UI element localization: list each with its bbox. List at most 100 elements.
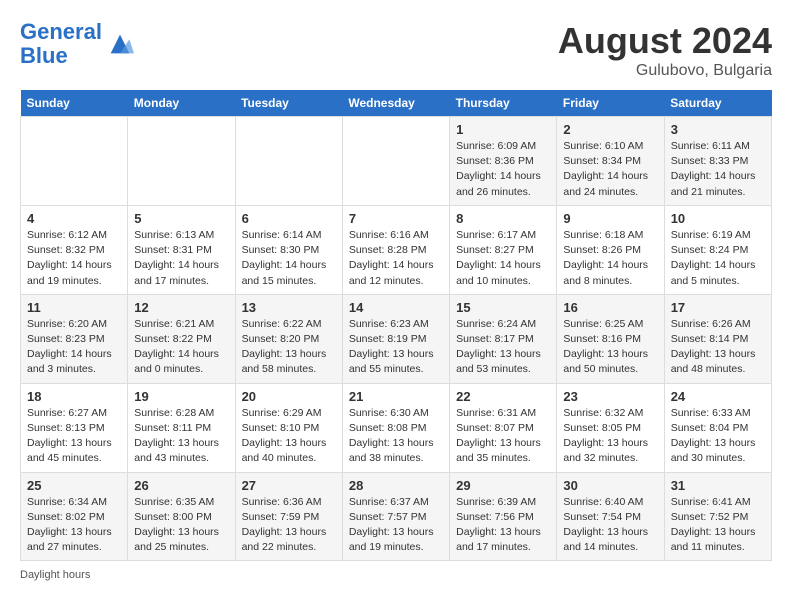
- day-number: 2: [563, 122, 657, 137]
- calendar-week-row: 11 Sunrise: 6:20 AMSunset: 8:23 PMDayligh…: [21, 294, 772, 383]
- day-number: 12: [134, 300, 228, 315]
- day-info: Sunrise: 6:20 AMSunset: 8:23 PMDaylight:…: [27, 317, 121, 378]
- calendar-cell: 13 Sunrise: 6:22 AMSunset: 8:20 PMDayligh…: [235, 294, 342, 383]
- day-info: Sunrise: 6:37 AMSunset: 7:57 PMDaylight:…: [349, 495, 443, 556]
- daylight-label: Daylight hours: [20, 569, 90, 581]
- day-info: Sunrise: 6:24 AMSunset: 8:17 PMDaylight:…: [456, 317, 550, 378]
- location: Gulubovo, Bulgaria: [558, 62, 772, 80]
- day-number: 13: [242, 300, 336, 315]
- day-info: Sunrise: 6:14 AMSunset: 8:30 PMDaylight:…: [242, 228, 336, 289]
- day-number: 9: [563, 211, 657, 226]
- weekday-header: Tuesday: [235, 90, 342, 117]
- day-info: Sunrise: 6:40 AMSunset: 7:54 PMDaylight:…: [563, 495, 657, 556]
- calendar-cell: 5 Sunrise: 6:13 AMSunset: 8:31 PMDaylight…: [128, 205, 235, 294]
- calendar-cell: 27 Sunrise: 6:36 AMSunset: 7:59 PMDayligh…: [235, 472, 342, 561]
- day-info: Sunrise: 6:28 AMSunset: 8:11 PMDaylight:…: [134, 406, 228, 467]
- day-number: 14: [349, 300, 443, 315]
- calendar-cell: 12Sunrise: 6:21 AMSunset: 8:22 PMDayligh…: [128, 294, 235, 383]
- day-number: 24: [671, 389, 765, 404]
- day-number: 27: [242, 478, 336, 493]
- day-info: Sunrise: 6:36 AMSunset: 7:59 PMDaylight:…: [242, 495, 336, 556]
- day-info: Sunrise: 6:26 AMSunset: 8:14 PMDaylight:…: [671, 317, 765, 378]
- calendar-cell: 15 Sunrise: 6:24 AMSunset: 8:17 PMDayligh…: [450, 294, 557, 383]
- day-info: Sunrise: 6:27 AMSunset: 8:13 PMDaylight:…: [27, 406, 121, 467]
- day-number: 22: [456, 389, 550, 404]
- day-number: 28: [349, 478, 443, 493]
- calendar-cell: 25 Sunrise: 6:34 AMSunset: 8:02 PMDayligh…: [21, 472, 128, 561]
- day-info: Sunrise: 6:39 AMSunset: 7:56 PMDaylight:…: [456, 495, 550, 556]
- calendar-cell: 26 Sunrise: 6:35 AMSunset: 8:00 PMDayligh…: [128, 472, 235, 561]
- day-info: Sunrise: 6:29 AMSunset: 8:10 PMDaylight:…: [242, 406, 336, 467]
- calendar-cell: 29 Sunrise: 6:39 AMSunset: 7:56 PMDayligh…: [450, 472, 557, 561]
- calendar-cell: 22 Sunrise: 6:31 AMSunset: 8:07 PMDayligh…: [450, 383, 557, 472]
- day-info: Sunrise: 6:13 AMSunset: 8:31 PMDaylight:…: [134, 228, 228, 289]
- title-block: August 2024 Gulubovo, Bulgaria: [558, 20, 772, 80]
- day-number: 4: [27, 211, 121, 226]
- day-info: Sunrise: 6:31 AMSunset: 8:07 PMDaylight:…: [456, 406, 550, 467]
- day-info: Sunrise: 6:11 AMSunset: 8:33 PMDaylight:…: [671, 139, 765, 200]
- day-number: 10: [671, 211, 765, 226]
- day-info: Sunrise: 6:30 AMSunset: 8:08 PMDaylight:…: [349, 406, 443, 467]
- day-info: Sunrise: 6:33 AMSunset: 8:04 PMDaylight:…: [671, 406, 765, 467]
- day-info: Sunrise: 6:32 AMSunset: 8:05 PMDaylight:…: [563, 406, 657, 467]
- logo-text: General Blue: [20, 20, 102, 68]
- weekday-header: Saturday: [664, 90, 771, 117]
- logo-icon: [106, 30, 134, 58]
- day-number: 1: [456, 122, 550, 137]
- day-info: Sunrise: 6:23 AMSunset: 8:19 PMDaylight:…: [349, 317, 443, 378]
- day-number: 20: [242, 389, 336, 404]
- weekday-header: Monday: [128, 90, 235, 117]
- day-number: 29: [456, 478, 550, 493]
- calendar-week-row: 4 Sunrise: 6:12 AMSunset: 8:32 PMDaylight…: [21, 205, 772, 294]
- day-info: Sunrise: 6:09 AMSunset: 8:36 PMDaylight:…: [456, 139, 550, 200]
- day-number: 21: [349, 389, 443, 404]
- calendar-cell: 8Sunrise: 6:17 AMSunset: 8:27 PMDaylight…: [450, 205, 557, 294]
- calendar-cell: 16 Sunrise: 6:25 AMSunset: 8:16 PMDayligh…: [557, 294, 664, 383]
- day-info: Sunrise: 6:25 AMSunset: 8:16 PMDaylight:…: [563, 317, 657, 378]
- day-number: 7: [349, 211, 443, 226]
- day-number: 11: [27, 300, 121, 315]
- weekday-header: Friday: [557, 90, 664, 117]
- day-info: Sunrise: 6:22 AMSunset: 8:20 PMDaylight:…: [242, 317, 336, 378]
- calendar-cell: 17 Sunrise: 6:26 AMSunset: 8:14 PMDayligh…: [664, 294, 771, 383]
- day-number: 17: [671, 300, 765, 315]
- calendar-week-row: 25 Sunrise: 6:34 AMSunset: 8:02 PMDayligh…: [21, 472, 772, 561]
- month-year: August 2024: [558, 20, 772, 62]
- day-info: Sunrise: 6:12 AMSunset: 8:32 PMDaylight:…: [27, 228, 121, 289]
- day-info: Sunrise: 6:18 AMSunset: 8:26 PMDaylight:…: [563, 228, 657, 289]
- day-info: Sunrise: 6:19 AMSunset: 8:24 PMDaylight:…: [671, 228, 765, 289]
- day-number: 18: [27, 389, 121, 404]
- calendar-cell: 24 Sunrise: 6:33 AMSunset: 8:04 PMDayligh…: [664, 383, 771, 472]
- calendar-cell: 10 Sunrise: 6:19 AMSunset: 8:24 PMDayligh…: [664, 205, 771, 294]
- calendar-cell: 28 Sunrise: 6:37 AMSunset: 7:57 PMDayligh…: [342, 472, 449, 561]
- calendar-cell: 9 Sunrise: 6:18 AMSunset: 8:26 PMDaylight…: [557, 205, 664, 294]
- footer: Daylight hours: [20, 569, 772, 581]
- calendar-cell: 18 Sunrise: 6:27 AMSunset: 8:13 PMDayligh…: [21, 383, 128, 472]
- calendar-table: SundayMondayTuesdayWednesdayThursdayFrid…: [20, 90, 772, 561]
- calendar-cell: [235, 117, 342, 206]
- day-number: 23: [563, 389, 657, 404]
- day-number: 31: [671, 478, 765, 493]
- day-number: 5: [134, 211, 228, 226]
- day-number: 16: [563, 300, 657, 315]
- calendar-cell: 6Sunrise: 6:14 AMSunset: 8:30 PMDaylight…: [235, 205, 342, 294]
- day-number: 25: [27, 478, 121, 493]
- calendar-cell: 3Sunrise: 6:11 AMSunset: 8:33 PMDaylight…: [664, 117, 771, 206]
- day-info: Sunrise: 6:35 AMSunset: 8:00 PMDaylight:…: [134, 495, 228, 556]
- logo: General Blue: [20, 20, 134, 68]
- weekday-header: Wednesday: [342, 90, 449, 117]
- calendar-cell: [21, 117, 128, 206]
- calendar-cell: 23 Sunrise: 6:32 AMSunset: 8:05 PMDayligh…: [557, 383, 664, 472]
- day-number: 26: [134, 478, 228, 493]
- day-number: 8: [456, 211, 550, 226]
- calendar-cell: 7Sunrise: 6:16 AMSunset: 8:28 PMDaylight…: [342, 205, 449, 294]
- weekday-header: Thursday: [450, 90, 557, 117]
- calendar-cell: 4 Sunrise: 6:12 AMSunset: 8:32 PMDaylight…: [21, 205, 128, 294]
- day-info: Sunrise: 6:10 AMSunset: 8:34 PMDaylight:…: [563, 139, 657, 200]
- day-number: 15: [456, 300, 550, 315]
- calendar-cell: 19Sunrise: 6:28 AMSunset: 8:11 PMDayligh…: [128, 383, 235, 472]
- calendar-cell: 20 Sunrise: 6:29 AMSunset: 8:10 PMDayligh…: [235, 383, 342, 472]
- calendar-cell: 2 Sunrise: 6:10 AMSunset: 8:34 PMDaylight…: [557, 117, 664, 206]
- day-info: Sunrise: 6:34 AMSunset: 8:02 PMDaylight:…: [27, 495, 121, 556]
- calendar-cell: [342, 117, 449, 206]
